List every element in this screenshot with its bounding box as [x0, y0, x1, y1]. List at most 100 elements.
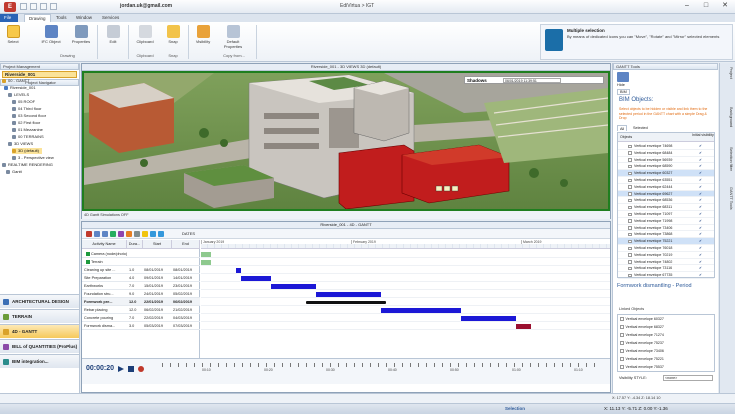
module-button[interactable]: BIM integration...: [0, 354, 79, 368]
record-icon[interactable]: [138, 366, 144, 372]
default-properties-button[interactable]: Default Properties: [220, 24, 246, 52]
linked-object-item[interactable]: Vertical envelope 75221: [620, 356, 664, 363]
linked-object-item[interactable]: Vertical envelope 60327: [620, 316, 664, 323]
object-checkbox[interactable]: [628, 171, 632, 176]
bim-object-row[interactable]: Vertical envelope 75221 ✔: [618, 238, 714, 245]
gantt-row[interactable]: Formwork pre... 12.0 22/01/2019 06/02/2019: [82, 298, 200, 306]
side-tab[interactable]: Project: [723, 67, 733, 79]
visibility-check-icon[interactable]: ✔: [699, 157, 702, 164]
bim-object-row[interactable]: Vertical envelope 70219 ✔: [618, 252, 714, 259]
side-tab[interactable]: Background: [723, 107, 733, 127]
zoom-icon[interactable]: [134, 231, 140, 237]
task-bar[interactable]: [201, 251, 211, 257]
bim-object-row[interactable]: Vertical envelope 73116 ✔: [618, 265, 714, 273]
tree-item[interactable]: Riverside_001: [4, 85, 36, 91]
bim-object-row[interactable]: Vertical envelope 60327 ✔: [618, 170, 714, 177]
tree-item[interactable]: 3 - Perspective view: [12, 155, 54, 161]
tree-item[interactable]: 05 ROOF: [12, 99, 35, 105]
linked-object-item[interactable]: Vertical envelope 71274: [620, 332, 664, 339]
task-bar[interactable]: [306, 300, 386, 304]
app-logo-icon[interactable]: E: [4, 2, 16, 12]
object-checkbox[interactable]: [628, 198, 632, 203]
stop-icon[interactable]: [128, 366, 134, 372]
undo-icon[interactable]: [30, 3, 37, 10]
link-icon[interactable]: [110, 231, 116, 237]
dates-dropdown[interactable]: DATES: [182, 231, 195, 236]
linked-object-item[interactable]: Vertical envelope 75237: [620, 340, 664, 347]
bim-object-row[interactable]: Vertical envelope 68536 ✔: [618, 197, 714, 205]
bim-object-row[interactable]: Vertical envelope 68311 ✔: [618, 204, 714, 211]
linked-checkbox[interactable]: [620, 325, 624, 329]
arrow-right-icon[interactable]: [158, 231, 164, 237]
visibility-check-icon[interactable]: ✔: [699, 231, 702, 238]
select-button[interactable]: Select: [2, 24, 24, 52]
module-button[interactable]: TERRAIN: [0, 309, 79, 323]
module-button[interactable]: 4D - GANTT: [0, 324, 79, 338]
bim-object-row[interactable]: Vertical envelope 73868 ✔: [618, 231, 714, 239]
save-icon[interactable]: [20, 3, 27, 10]
tab-file[interactable]: File: [0, 14, 18, 22]
gantt-row[interactable]: Earthworks 7.0 15/01/2019 23/01/2019: [82, 282, 200, 290]
col-start[interactable]: Start: [143, 240, 172, 249]
tree-item[interactable]: LEVELS: [8, 92, 29, 98]
module-button[interactable]: BILL of QUANTITIES (ProPlus): [0, 339, 79, 353]
maximize-button[interactable]: □: [697, 1, 715, 11]
snap-button[interactable]: Snap: [162, 24, 184, 52]
object-checkbox[interactable]: [628, 219, 632, 223]
selection-mode-label[interactable]: Selection: [505, 404, 525, 414]
project-selector[interactable]: Riverside_001: [2, 71, 77, 78]
gantt-row[interactable]: Camera (node/photo): [82, 250, 200, 258]
task-bar[interactable]: [241, 275, 271, 281]
bim-object-row[interactable]: Vertical envelope 74802 ✔: [618, 259, 714, 266]
highlight-icon[interactable]: [142, 231, 148, 237]
tab-services[interactable]: Services: [98, 14, 123, 22]
tree-item[interactable]: 01 Mezzanine: [12, 127, 43, 133]
side-tab[interactable]: Selection filter: [723, 147, 733, 171]
visibility-check-icon[interactable]: ✔: [699, 184, 702, 191]
object-checkbox[interactable]: [628, 246, 632, 250]
tree-item[interactable]: 03 Second floor: [12, 113, 46, 119]
col-duration[interactable]: Dura...: [127, 240, 143, 249]
gantt-row[interactable]: Rebar placing 12.0 06/02/2019 21/02/2019: [82, 306, 200, 314]
tab-bim[interactable]: BIM: [617, 89, 630, 95]
task-bar[interactable]: [461, 315, 516, 321]
gantt-row[interactable]: Foundation stru... 9.0 24/01/2019 05/02/201…: [82, 290, 200, 298]
object-checkbox[interactable]: [628, 192, 632, 196]
visibility-style-select[interactable]: <none>: [663, 375, 713, 381]
object-checkbox[interactable]: [628, 232, 632, 237]
object-checkbox[interactable]: [628, 144, 632, 148]
play-icon[interactable]: [118, 366, 124, 372]
object-checkbox[interactable]: [628, 260, 632, 264]
redo-icon[interactable]: [40, 3, 47, 10]
visibility-check-icon[interactable]: ✔: [699, 252, 702, 259]
linked-checkbox[interactable]: [620, 349, 624, 353]
task-bar[interactable]: [516, 323, 531, 329]
task-bar[interactable]: [271, 283, 316, 289]
properties-button[interactable]: Properties: [70, 24, 92, 52]
tree-item[interactable]: 02 First floor: [12, 120, 40, 126]
gantt-row[interactable]: Terrain: [82, 258, 200, 266]
print-icon[interactable]: [50, 3, 57, 10]
edit-button[interactable]: Edit: [102, 24, 124, 52]
tab-all[interactable]: All: [617, 125, 628, 131]
gantt-row[interactable]: Site Preparation 4.0 09/01/2019 14/01/2019: [82, 274, 200, 282]
object-checkbox[interactable]: [628, 158, 632, 162]
arrow-left-icon[interactable]: [150, 231, 156, 237]
visibility-check-icon[interactable]: ✔: [699, 150, 702, 157]
visibility-check-icon[interactable]: ✔: [699, 177, 702, 184]
object-checkbox[interactable]: [628, 239, 632, 244]
view-3d-canvas[interactable]: Shadows 06/01/2019 11:39:51: [82, 71, 610, 211]
col-activity-name[interactable]: Activity Name: [82, 240, 127, 249]
indent-icon[interactable]: [94, 231, 100, 237]
outdent-icon[interactable]: [102, 231, 108, 237]
task-bar[interactable]: [381, 307, 461, 313]
tree-item[interactable]: 00 TERRAINS: [12, 134, 44, 140]
visibility-check-icon[interactable]: ✔: [699, 163, 702, 170]
add-task-icon[interactable]: [86, 231, 92, 237]
task-bar[interactable]: [236, 267, 241, 273]
visibility-check-icon[interactable]: ✔: [699, 259, 702, 266]
hide-tool-icon[interactable]: [617, 72, 629, 82]
linked-checkbox[interactable]: [620, 317, 624, 321]
visibility-check-icon[interactable]: ✔: [699, 225, 702, 232]
minimize-button[interactable]: –: [678, 1, 696, 11]
